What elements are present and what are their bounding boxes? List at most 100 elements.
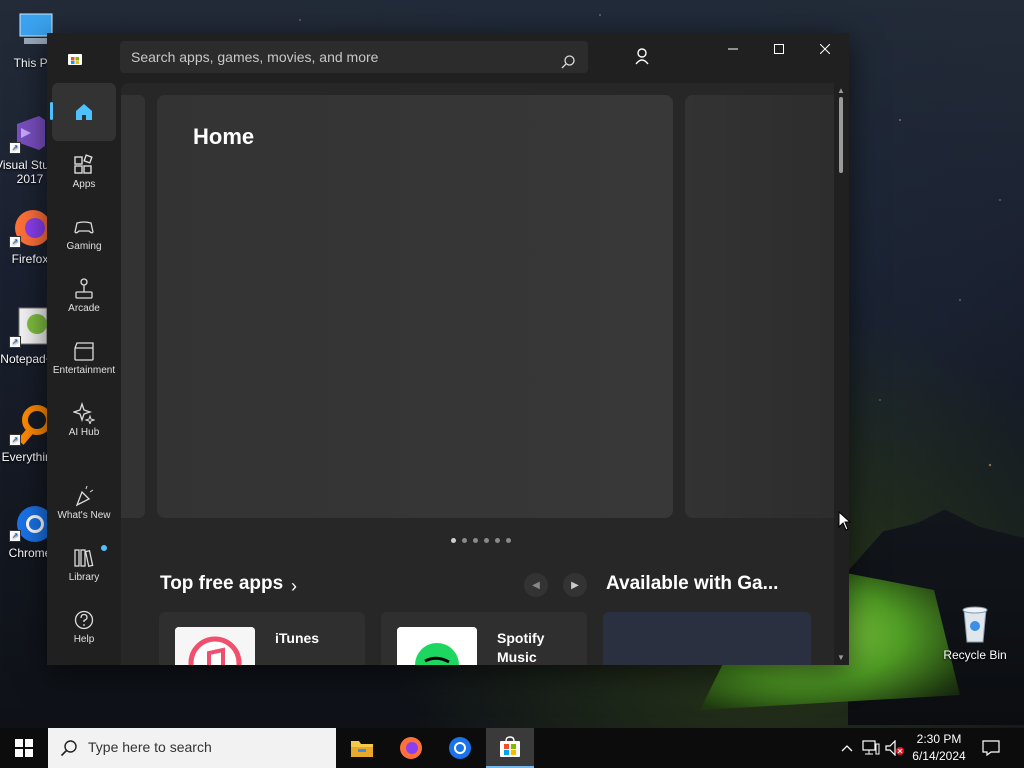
app-card-spotify[interactable]: Spotify Music bbox=[381, 612, 587, 665]
nav-label: Help bbox=[73, 634, 95, 645]
nav-entertainment[interactable]: Entertainment bbox=[52, 331, 116, 389]
carousel-prev-button[interactable]: ◀ bbox=[524, 573, 548, 597]
hero-pager bbox=[451, 538, 511, 543]
library-icon bbox=[73, 547, 95, 569]
app-name: Spotify Music bbox=[497, 630, 545, 665]
store-window: Search apps, games, movies, and more App… bbox=[47, 33, 849, 665]
scroll-down-icon[interactable]: ▼ bbox=[837, 653, 845, 662]
carousel-next-button[interactable]: ▶ bbox=[563, 573, 587, 597]
apps-icon bbox=[73, 154, 95, 176]
close-button[interactable] bbox=[802, 33, 848, 65]
network-tray-button[interactable] bbox=[860, 728, 882, 768]
notification-icon bbox=[982, 740, 1000, 756]
nav-label: Entertainment bbox=[52, 365, 116, 376]
network-icon bbox=[862, 740, 880, 755]
hero-next-slide[interactable] bbox=[685, 95, 834, 518]
visual-studio-icon: ↗ bbox=[9, 112, 51, 154]
taskbar-microsoft-store[interactable] bbox=[486, 728, 534, 768]
nav-label: What's New bbox=[57, 510, 111, 521]
nav-library[interactable]: Library bbox=[52, 538, 116, 596]
pager-dot[interactable] bbox=[462, 538, 467, 543]
store-nav: Apps Gaming Arcade Entertainment AI Hub bbox=[47, 83, 121, 665]
update-badge bbox=[101, 545, 107, 551]
close-icon bbox=[820, 44, 830, 54]
volume-tray-button[interactable] bbox=[884, 728, 906, 768]
app-card-itunes[interactable]: iTunes bbox=[159, 612, 365, 665]
nav-apps[interactable]: Apps bbox=[52, 145, 116, 203]
desktop-icon-recycle-bin[interactable]: Recycle Bin bbox=[937, 602, 1013, 662]
firefox-icon bbox=[400, 737, 422, 759]
firefox-icon: ↗ bbox=[9, 206, 51, 248]
taskbar-file-explorer[interactable] bbox=[338, 728, 386, 768]
store-search-input[interactable]: Search apps, games, movies, and more bbox=[120, 41, 588, 73]
hero-banner[interactable]: Home bbox=[157, 95, 673, 518]
chevron-right-icon[interactable]: › bbox=[291, 576, 297, 597]
show-hidden-icons-button[interactable] bbox=[838, 728, 856, 768]
joystick-icon bbox=[73, 278, 95, 300]
minimize-button[interactable] bbox=[710, 33, 756, 65]
store-search-placeholder: Search apps, games, movies, and more bbox=[131, 49, 379, 65]
taskbar-firefox[interactable] bbox=[387, 728, 435, 768]
hero-prev-slide[interactable] bbox=[121, 95, 145, 518]
account-icon[interactable] bbox=[627, 45, 657, 69]
store-logo-icon bbox=[67, 50, 83, 66]
nav-gaming[interactable]: Gaming bbox=[52, 207, 116, 265]
itunes-icon bbox=[175, 627, 255, 665]
scroll-up-icon[interactable]: ▲ bbox=[837, 86, 845, 95]
taskbar-search-input[interactable]: Type here to search bbox=[48, 728, 336, 768]
controller-icon bbox=[73, 216, 95, 238]
taskbar-chrome[interactable] bbox=[436, 728, 484, 768]
everything-search-icon: ↗ bbox=[9, 404, 52, 446]
section-title-top-free-apps[interactable]: Top free apps bbox=[160, 573, 283, 595]
party-popper-icon bbox=[73, 485, 95, 507]
chrome-icon bbox=[449, 737, 471, 759]
nav-whats-new[interactable]: What's New bbox=[52, 476, 116, 534]
recycle-bin-icon bbox=[954, 602, 996, 644]
spotify-icon bbox=[397, 627, 477, 665]
nav-label: Library bbox=[68, 572, 100, 583]
nav-label: Apps bbox=[72, 179, 96, 190]
nav-label: Gaming bbox=[66, 241, 102, 252]
nav-ai-hub[interactable]: AI Hub bbox=[52, 393, 116, 451]
search-icon[interactable] bbox=[560, 49, 576, 69]
nav-arcade[interactable]: Arcade bbox=[52, 269, 116, 327]
mouse-cursor-icon bbox=[838, 511, 852, 531]
chevron-up-icon bbox=[841, 745, 853, 752]
taskbar-search-placeholder: Type here to search bbox=[88, 739, 212, 755]
title-bar[interactable]: Search apps, games, movies, and more bbox=[47, 33, 849, 83]
clock-date: 6/14/2024 bbox=[912, 749, 966, 763]
taskbar: Type here to search 2:30 PM 6/14/2024 bbox=[0, 728, 1024, 768]
game-pass-card[interactable] bbox=[603, 612, 811, 665]
pager-dot[interactable] bbox=[506, 538, 511, 543]
maximize-button[interactable] bbox=[756, 33, 802, 65]
windows-logo-icon bbox=[15, 739, 33, 757]
volume-muted-icon bbox=[885, 740, 904, 756]
notepad-plus-plus-icon: ↗ bbox=[9, 306, 51, 348]
active-indicator bbox=[50, 102, 53, 120]
search-icon bbox=[60, 740, 77, 757]
pager-dot[interactable] bbox=[451, 538, 456, 543]
sparkle-icon bbox=[71, 401, 96, 426]
help-icon bbox=[73, 609, 95, 631]
pager-dot[interactable] bbox=[495, 538, 500, 543]
nav-help[interactable]: Help bbox=[52, 600, 116, 658]
pager-dot[interactable] bbox=[473, 538, 478, 543]
vertical-scrollbar[interactable]: ▲ ▼ bbox=[834, 83, 849, 665]
taskbar-clock[interactable]: 2:30 PM 6/14/2024 bbox=[906, 731, 972, 765]
nav-home[interactable] bbox=[50, 83, 116, 141]
pager-dot[interactable] bbox=[484, 538, 489, 543]
store-content: Home Top free apps › ◀ ▶ Available with … bbox=[121, 83, 834, 665]
nav-label: AI Hub bbox=[68, 427, 100, 438]
action-center-button[interactable] bbox=[978, 728, 1004, 768]
section-title-available-with-game-pass[interactable]: Available with Ga... bbox=[606, 573, 778, 595]
clock-time: 2:30 PM bbox=[916, 732, 962, 746]
minimize-icon bbox=[728, 48, 738, 50]
chrome-icon: ↗ bbox=[9, 500, 53, 542]
start-button[interactable] bbox=[0, 728, 48, 768]
maximize-icon bbox=[774, 44, 784, 54]
app-name: iTunes bbox=[275, 630, 320, 646]
clapperboard-icon bbox=[73, 340, 95, 362]
home-icon bbox=[73, 101, 95, 123]
store-icon bbox=[500, 736, 520, 757]
scrollbar-thumb[interactable] bbox=[839, 97, 843, 173]
